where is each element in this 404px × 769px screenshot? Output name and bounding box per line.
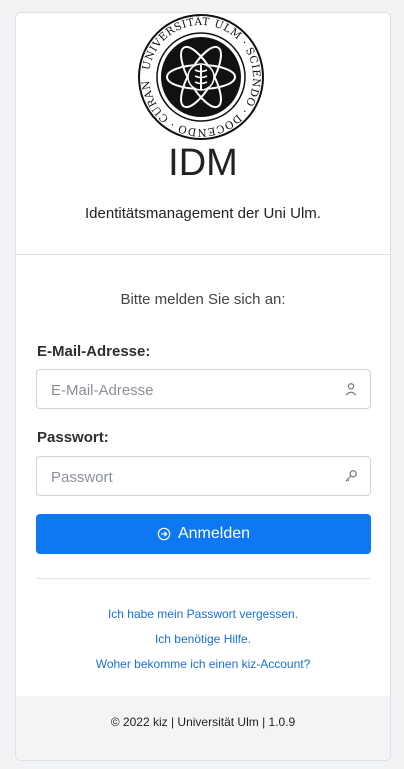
login-button-label: Anmelden <box>177 525 251 542</box>
arrow-right-circle-icon <box>157 527 171 541</box>
page-subtitle: Identitätsmanagement der Uni Ulm. <box>85 205 321 222</box>
university-seal-logo: UNIVERSITÄT ULM · SCIENDO · DOCENDO · CU… <box>137 13 264 140</box>
email-label: E-Mail-Adresse: <box>37 343 151 360</box>
email-field[interactable] <box>49 370 343 410</box>
help-links: Ich habe mein Passwort vergessen. Ich be… <box>16 602 390 677</box>
user-icon <box>345 383 357 396</box>
login-prompt: Bitte melden Sie sich an: <box>120 291 286 308</box>
footer: © 2022 kiz | Universität Ulm | 1.0.9 <box>16 696 390 760</box>
key-icon <box>345 470 357 482</box>
account-info-link[interactable]: Woher bekomme ich einen kiz-Account? <box>16 652 390 677</box>
forgot-password-link[interactable]: Ich habe mein Passwort vergessen. <box>16 602 390 627</box>
help-link[interactable]: Ich benötige Hilfe. <box>16 627 390 652</box>
email-field-wrapper <box>36 369 371 410</box>
card-header: UNIVERSITÄT ULM · SCIENDO · DOCENDO · CU… <box>16 13 390 255</box>
password-label: Passwort: <box>37 429 109 446</box>
password-field[interactable] <box>49 457 343 497</box>
login-button[interactable]: Anmelden <box>36 514 371 554</box>
divider <box>36 578 370 579</box>
page-title: IDM <box>168 142 238 184</box>
login-card: UNIVERSITÄT ULM · SCIENDO · DOCENDO · CU… <box>15 12 391 761</box>
password-field-wrapper <box>36 456 371 497</box>
